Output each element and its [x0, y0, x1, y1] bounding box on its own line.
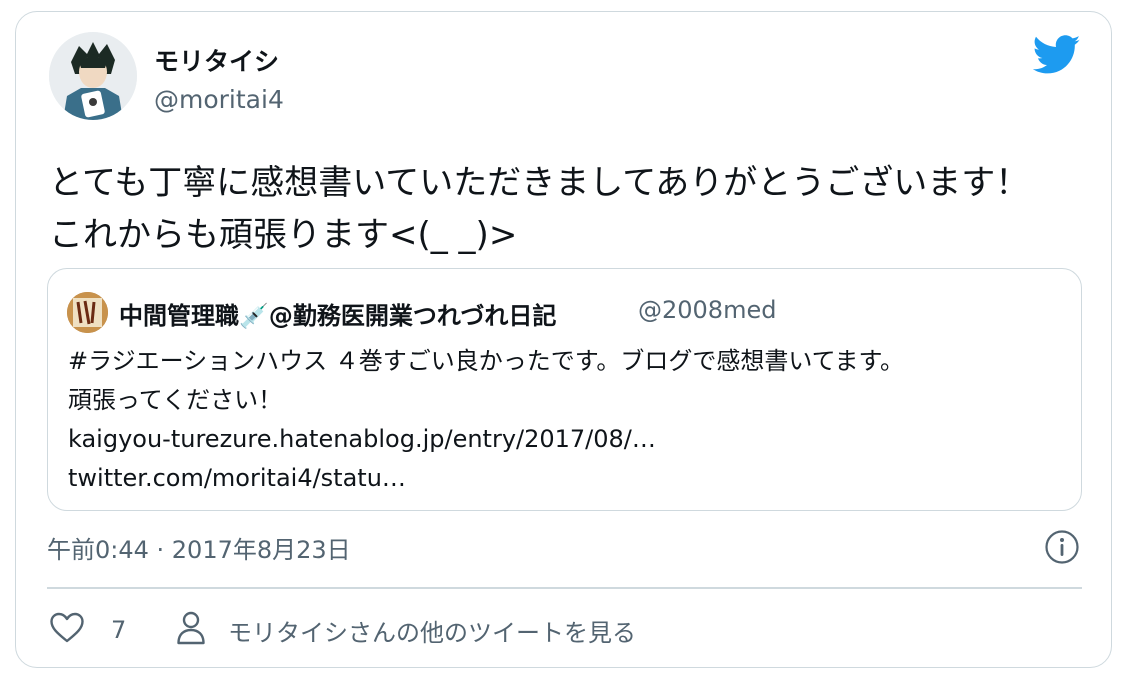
- divider: [47, 587, 1082, 589]
- tweet-text-line: これからも頑張ります<(_ _)>: [49, 215, 518, 255]
- quoted-tweet-text: #ラジエーションハウス ４巻すごい良かったです。ブログで感想書いてます。 頑張っ…: [68, 342, 904, 498]
- quoted-author-avatar[interactable]: [67, 292, 108, 333]
- tweet-text-line: とても丁寧に感想書いていただきましてありがとうございます！: [49, 163, 1030, 203]
- author-display-name[interactable]: モリタイシ: [154, 42, 279, 78]
- quoted-author-display-name[interactable]: 中間管理職💉@勤務医開業つれづれ日記: [119, 296, 556, 331]
- author-avatar[interactable]: [49, 32, 137, 120]
- quoted-text-line: #ラジエーションハウス ４巻すごい良かったです。ブログで感想書いてます。: [68, 347, 905, 375]
- twitter-bird-icon[interactable]: [1032, 35, 1081, 75]
- more-tweets-label: モリタイシさんの他のツイートを見る: [228, 618, 636, 647]
- quoted-text-line: 頑張ってください！: [68, 386, 283, 414]
- quoted-link[interactable]: twitter.com/moritai4/statu…: [68, 459, 904, 498]
- quoted-tweet[interactable]: 中間管理職💉@勤務医開業つれづれ日記 @2008med #ラジエーションハウス …: [47, 268, 1082, 511]
- person-icon: [176, 611, 206, 649]
- like-count: 7: [111, 616, 127, 644]
- embedded-tweet-card: モリタイシ @moritai4 とても丁寧に感想書いていただきましてありがとうご…: [15, 11, 1112, 668]
- tweet-text: とても丁寧に感想書いていただきましてありがとうございます！ これからも頑張ります…: [49, 157, 1069, 261]
- author-handle[interactable]: @moritai4: [154, 85, 284, 114]
- heart-icon: [49, 612, 85, 648]
- info-icon[interactable]: [1044, 529, 1080, 565]
- quoted-link[interactable]: kaigyou-turezure.hatenablog.jp/entry/201…: [68, 420, 904, 459]
- quoted-author-handle[interactable]: @2008med: [638, 296, 776, 324]
- like-button[interactable]: 7: [49, 610, 126, 650]
- tweet-timestamp[interactable]: 午前0:44 · 2017年8月23日: [47, 530, 351, 565]
- more-tweets-link[interactable]: モリタイシさんの他のツイートを見る: [176, 610, 636, 650]
